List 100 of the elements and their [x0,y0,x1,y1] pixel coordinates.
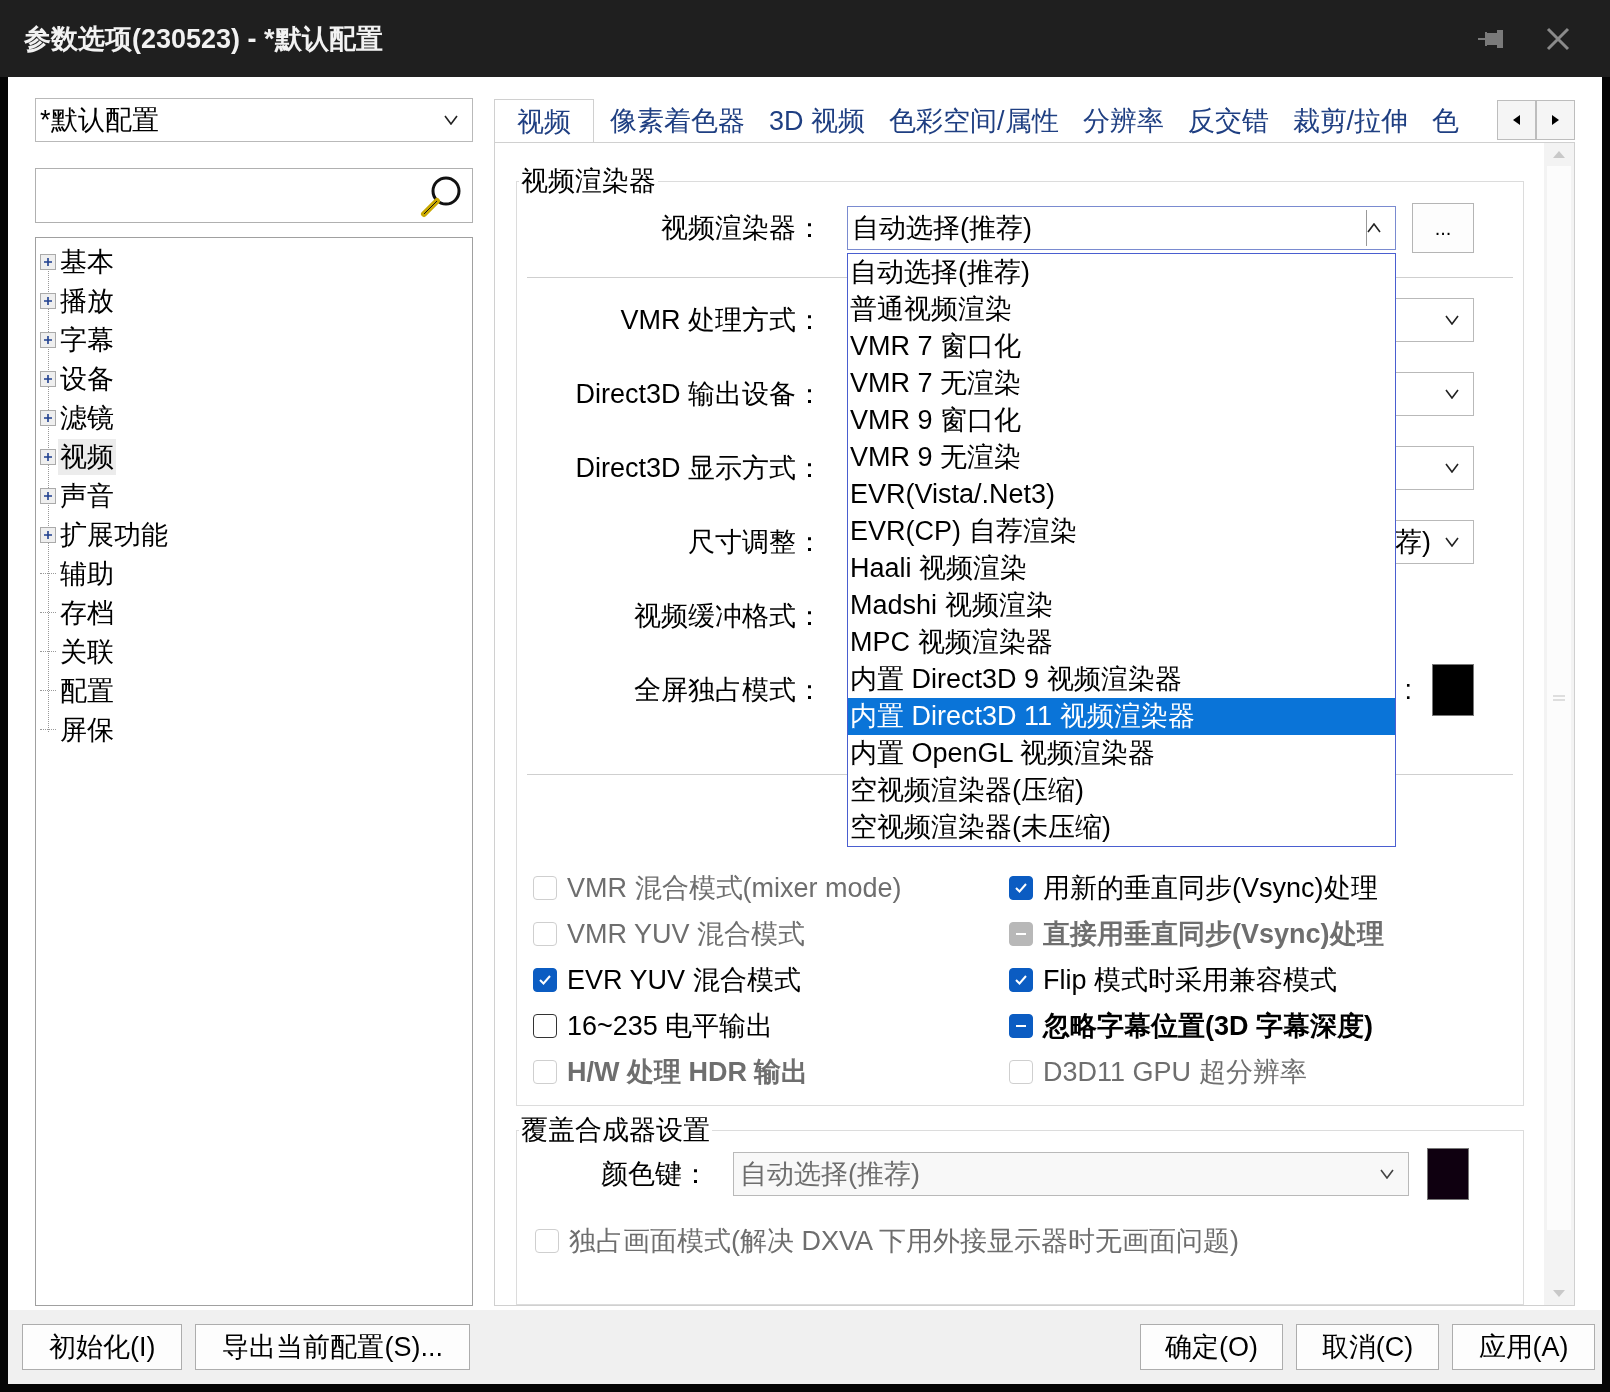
checkbox[interactable] [533,968,557,992]
tree-item[interactable]: 辅助 [58,555,116,592]
checkbox-label: D3D11 GPU 超分辨率 [1043,1056,1307,1089]
color-swatch[interactable] [1427,1148,1469,1200]
scroll-right-button[interactable] [1536,100,1575,140]
tab[interactable]: 像素着色器 [598,98,757,142]
caret-icon [1445,463,1459,473]
tree-item[interactable]: 存档 [58,594,116,631]
dropdown-option[interactable]: 内置 Direct3D 11 视频渲染器 [848,698,1395,735]
expand-icon[interactable] [40,370,56,387]
checkbox-label: Flip 模式时采用兼容模式 [1043,964,1337,997]
footer-button[interactable]: 导出当前配置(S)... [195,1324,470,1370]
footer-button[interactable]: 应用(A) [1452,1324,1595,1370]
tab[interactable]: 色彩空间/属性 [877,98,1071,142]
checkbox-label: EVR YUV 混合模式 [567,964,801,997]
caret-icon [1367,223,1381,233]
footer-button[interactable]: 初始化(I) [22,1324,183,1370]
dropdown-option[interactable]: EVR(CP) 自荐渲染 [848,513,1395,550]
dropdown-option[interactable]: VMR 9 窗口化 [848,402,1395,439]
scrollbar[interactable] [1544,143,1574,1305]
dropdown-option[interactable]: 内置 Direct3D 9 视频渲染器 [848,661,1395,698]
dropdown-option[interactable]: Madshi 视频渲染 [848,587,1395,624]
footer-button[interactable]: 确定(O) [1140,1324,1283,1370]
group-title: 视频渲染器 [520,165,657,198]
tree-item[interactable]: 声音 [58,477,116,514]
expand-icon[interactable] [40,253,56,270]
search-field[interactable] [35,168,473,223]
dropdown-option[interactable]: VMR 7 无渲染 [848,365,1395,402]
caret-icon [1445,537,1459,547]
tab[interactable]: 分辨率 [1070,98,1176,142]
grip-icon [1553,695,1565,701]
tree-item[interactable]: 设备 [58,360,116,397]
tab[interactable]: 视频 [494,99,594,142]
checkbox-label: 直接用垂直同步(Vsync)处理 [1043,918,1384,951]
tree-item[interactable]: 屏保 [58,711,116,748]
checkbox[interactable] [1009,876,1033,900]
checkbox-label: 忽略字幕位置(3D 字幕深度) [1043,1010,1373,1043]
checkbox[interactable] [1009,968,1033,992]
tree-item[interactable]: 视频 [58,438,116,475]
expand-icon[interactable] [40,487,56,504]
caret-icon [444,115,458,125]
color-swatch[interactable] [1432,664,1474,716]
checkbox-label: VMR 混合模式(mixer mode) [567,872,902,905]
profile-dropdown[interactable]: *默认配置 [35,98,473,142]
dropdown-option[interactable]: 自动选择(推荐) [848,254,1395,291]
field-label: Direct3D 显示方式： [574,452,824,485]
checkbox[interactable] [1009,1014,1033,1038]
scrollbar-thumb[interactable] [1547,166,1571,1230]
left-triangle-icon [1513,115,1520,125]
dropdown-option[interactable]: MPC 视频渲染器 [848,624,1395,661]
close-icon[interactable] [1546,26,1570,51]
tab[interactable]: 色 [1420,98,1472,142]
field-label: 视频渲染器： [660,212,824,245]
caret-icon [1445,389,1459,399]
checkbox[interactable] [533,1014,557,1038]
tab[interactable]: 反交错 [1175,98,1281,142]
dropdown-option[interactable]: VMR 9 无渲染 [848,439,1395,476]
checkbox-label: VMR YUV 混合模式 [567,918,806,951]
expand-icon[interactable] [40,448,56,465]
checkbox-label: 用新的垂直同步(Vsync)处理 [1043,872,1378,905]
field-label: VMR 处理方式： [619,304,824,337]
tree-item[interactable]: 播放 [58,282,116,319]
checkbox-label: 独占画面模式(解决 DXVA 下用外接显示器时无画面问题) [569,1225,1240,1258]
field-label: : [1404,674,1412,706]
field-label: Direct3D 输出设备： [574,378,824,411]
dropdown-option[interactable]: VMR 7 窗口化 [848,328,1395,365]
tab[interactable]: 裁剪/拉伸 [1280,98,1421,142]
tree-item[interactable]: 字幕 [58,321,116,358]
field-label: 全屏独占模式： [633,674,824,707]
tab[interactable]: 3D 视频 [757,98,878,142]
group-title: 覆盖合成器设置 [520,1114,711,1147]
tree-item[interactable]: 关联 [58,633,116,670]
renderer-dropdown[interactable]: 自动选择(推荐) [847,206,1396,250]
expand-icon[interactable] [40,409,56,426]
field-label: 尺寸调整： [687,526,824,559]
tree-item[interactable]: 扩展功能 [58,516,170,553]
checkbox-label: H/W 处理 HDR 输出 [567,1056,809,1089]
up-triangle-icon [1553,151,1565,158]
caret-icon [1445,315,1459,325]
expand-icon[interactable] [40,331,56,348]
window-title: 参数选项(230523) - *默认配置 [24,22,383,56]
tree-item[interactable]: 配置 [58,672,116,709]
right-triangle-icon [1552,115,1559,125]
dropdown-option[interactable]: Haali 视频渲染 [848,550,1395,587]
dropdown-option[interactable]: EVR(Vista/.Net3) [848,476,1395,513]
scroll-left-button[interactable] [1497,100,1536,140]
expand-icon[interactable] [40,292,56,309]
field-label: 视频缓冲格式： [633,600,824,633]
dropdown-option[interactable]: 空视频渲染器(压缩) [848,772,1395,809]
down-triangle-icon [1553,1290,1565,1297]
checkbox-label: 16~235 电平输出 [567,1010,774,1043]
dropdown-option[interactable]: 内置 OpenGL 视频渲染器 [848,735,1395,772]
tree-item[interactable]: 基本 [58,243,116,280]
field-label: 颜色键： [600,1158,710,1191]
more-button[interactable]: ... [1412,203,1474,253]
footer-button[interactable]: 取消(C) [1296,1324,1439,1370]
tree-item[interactable]: 滤镜 [58,399,116,436]
dropdown-option[interactable]: 普通视频渲染 [848,291,1395,328]
dropdown-option[interactable]: 空视频渲染器(未压缩) [848,809,1395,846]
expand-icon[interactable] [40,526,56,543]
